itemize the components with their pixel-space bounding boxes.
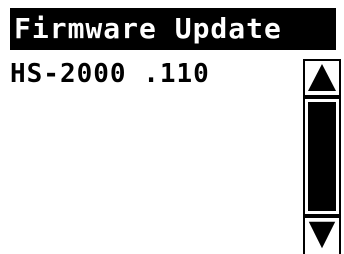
firmware-list: HS-2000 .110 xyxy=(10,54,300,254)
triangle-down-icon xyxy=(308,221,336,249)
scrollbar[interactable] xyxy=(303,54,341,254)
list-item[interactable]: HS-2000 .110 xyxy=(10,54,210,94)
triangle-up-icon xyxy=(308,64,336,91)
firmware-update-screen: Firmware Update HS-2000 .110 xyxy=(0,0,344,254)
scroll-thumb[interactable] xyxy=(308,102,336,211)
page-title: Firmware Update xyxy=(14,12,282,45)
scroll-up-button[interactable] xyxy=(303,59,341,97)
scroll-down-button[interactable] xyxy=(303,216,341,254)
scroll-track[interactable] xyxy=(303,97,341,216)
title-bar: Firmware Update xyxy=(10,8,336,50)
